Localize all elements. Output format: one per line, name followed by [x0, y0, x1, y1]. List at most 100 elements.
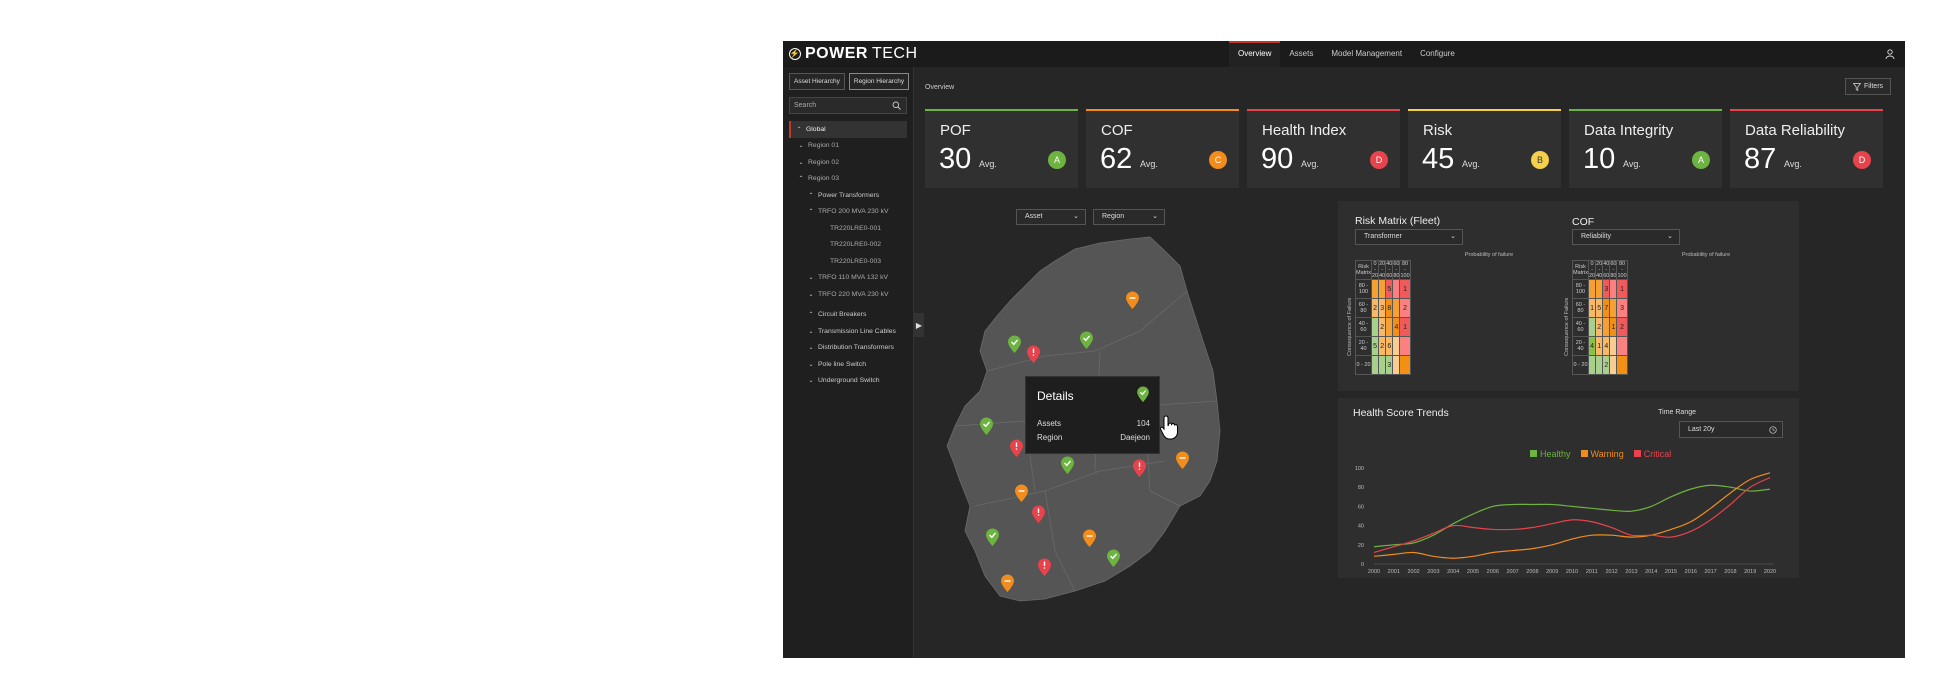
matrix-cell[interactable]: [1602, 317, 1611, 337]
healthy-pin-icon[interactable]: [985, 528, 1000, 547]
series-line-healthy[interactable]: [1373, 484, 1771, 548]
chevron-up-icon[interactable]: ⌃: [807, 208, 815, 215]
matrix-cell[interactable]: 2: [1370, 298, 1380, 318]
kpi-card[interactable]: Data Reliability 87 Avg. D: [1730, 109, 1883, 188]
nav-configure[interactable]: Configure: [1411, 41, 1464, 67]
tree-item[interactable]: ⌄ Pole line Switch: [783, 356, 913, 373]
matrix-cell[interactable]: 7: [1602, 298, 1611, 318]
chevron-down-icon[interactable]: ⌄: [807, 344, 815, 351]
matrix-cell[interactable]: 2: [1378, 317, 1387, 337]
filters-button[interactable]: Filters: [1845, 78, 1891, 95]
cof-dropdown[interactable]: Reliability ⌄: [1572, 229, 1680, 245]
matrix-cell[interactable]: [1587, 279, 1597, 299]
nav-model-management[interactable]: Model Management: [1322, 41, 1411, 67]
tree-item[interactable]: TR220LRE0-003: [783, 253, 913, 270]
search-input[interactable]: Search: [789, 97, 907, 114]
tree-item[interactable]: ⌄ Transmission Line Cables: [783, 323, 913, 340]
matrix-cell[interactable]: 1: [1399, 279, 1411, 299]
nav-overview[interactable]: Overview: [1229, 41, 1281, 67]
tree-item[interactable]: ⌄ Distribution Transformers: [783, 340, 913, 357]
tree-item[interactable]: ⌄ Region 02: [783, 154, 913, 171]
warning-pin-icon[interactable]: [1000, 574, 1015, 593]
warning-pin-icon[interactable]: [1175, 451, 1190, 470]
asset-dropdown[interactable]: Asset ⌄: [1016, 209, 1086, 225]
matrix-cell[interactable]: [1385, 317, 1394, 337]
kpi-card[interactable]: COF 62 Avg. C: [1086, 109, 1239, 188]
tree-item[interactable]: ⌄ TRFO 110 MVA 132 kV: [783, 270, 913, 287]
matrix-cell[interactable]: [1392, 279, 1401, 299]
tree-item[interactable]: TR220LRE0-001: [783, 220, 913, 237]
matrix-cell[interactable]: 4: [1392, 317, 1401, 337]
region-dropdown[interactable]: Region ⌄: [1093, 209, 1165, 225]
critical-pin-icon[interactable]: [1026, 345, 1041, 364]
matrix-cell[interactable]: 6: [1385, 336, 1394, 356]
chevron-down-icon[interactable]: ⌄: [807, 377, 815, 384]
tree-item[interactable]: TR220LRE0-002: [783, 237, 913, 254]
tree-item[interactable]: ⌄ TRFO 220 MVA 230 kV: [783, 286, 913, 303]
nav-assets[interactable]: Assets: [1280, 41, 1322, 67]
matrix-cell[interactable]: [1392, 355, 1401, 375]
matrix-cell[interactable]: 5: [1370, 336, 1380, 356]
series-line-critical[interactable]: [1373, 477, 1771, 554]
search-icon[interactable]: [892, 101, 901, 110]
matrix-cell[interactable]: [1370, 355, 1380, 375]
matrix-cell[interactable]: [1616, 336, 1628, 356]
matrix-cell[interactable]: 3: [1602, 279, 1611, 299]
time-range-select[interactable]: Last 20y: [1679, 421, 1783, 438]
tab-region-hierarchy[interactable]: Region Hierarchy: [848, 73, 910, 90]
matrix-cell[interactable]: 5: [1595, 298, 1604, 318]
matrix-cell[interactable]: 8: [1385, 298, 1394, 318]
matrix-cell[interactable]: 1: [1609, 317, 1618, 337]
critical-pin-icon[interactable]: [1037, 558, 1052, 577]
critical-pin-icon[interactable]: [1031, 505, 1046, 524]
matrix-cell[interactable]: 3: [1616, 298, 1628, 318]
kpi-card[interactable]: Health Index 90 Avg. D: [1247, 109, 1400, 188]
chevron-down-icon[interactable]: ⌄: [807, 361, 815, 368]
healthy-pin-icon[interactable]: [1106, 549, 1121, 568]
user-icon[interactable]: [1885, 49, 1895, 59]
healthy-pin-icon[interactable]: [1060, 456, 1075, 475]
warning-pin-icon[interactable]: [1125, 291, 1140, 310]
kpi-card[interactable]: Data Integrity 10 Avg. A: [1569, 109, 1722, 188]
matrix-cell[interactable]: [1399, 336, 1411, 356]
matrix-cell[interactable]: [1378, 279, 1387, 299]
chevron-down-icon[interactable]: ⌄: [807, 274, 815, 281]
chevron-up-icon[interactable]: ⌃: [795, 126, 803, 133]
warning-pin-icon[interactable]: [1014, 484, 1029, 503]
matrix-cell[interactable]: [1587, 355, 1597, 375]
matrix-cell[interactable]: 1: [1587, 298, 1597, 318]
matrix-cell[interactable]: 3: [1385, 355, 1394, 375]
matrix-cell[interactable]: [1609, 279, 1618, 299]
chevron-down-icon[interactable]: ⌄: [807, 291, 815, 298]
matrix-cell[interactable]: 4: [1602, 336, 1611, 356]
matrix-cell[interactable]: 2: [1595, 317, 1604, 337]
tree-item[interactable]: ⌄ Underground Switch: [783, 373, 913, 390]
matrix-cell[interactable]: 3: [1378, 298, 1387, 318]
chevron-down-icon[interactable]: ⌄: [807, 328, 815, 335]
matrix-cell[interactable]: [1399, 355, 1411, 375]
matrix-cell[interactable]: [1609, 336, 1618, 356]
chevron-up-icon[interactable]: ⌃: [807, 192, 815, 199]
warning-pin-icon[interactable]: [1082, 529, 1097, 548]
tree-item[interactable]: ⌃ Region 03: [783, 171, 913, 188]
matrix-cell[interactable]: [1595, 279, 1604, 299]
matrix-cell[interactable]: [1392, 298, 1401, 318]
tree-item[interactable]: ⌄ Region 01: [783, 138, 913, 155]
matrix-cell[interactable]: [1616, 355, 1628, 375]
tree-item[interactable]: ⌃ Global: [789, 121, 907, 138]
matrix-cell[interactable]: 1: [1595, 336, 1604, 356]
brand-logo[interactable]: ⚡ POWER TECH: [789, 45, 918, 63]
matrix-cell[interactable]: [1609, 298, 1618, 318]
matrix-cell[interactable]: [1609, 355, 1618, 375]
matrix-cell[interactable]: 2: [1602, 355, 1611, 375]
matrix-cell[interactable]: 1: [1616, 279, 1628, 299]
matrix-cell[interactable]: [1370, 317, 1380, 337]
chevron-down-icon[interactable]: ⌄: [797, 159, 805, 166]
matrix-cell[interactable]: [1587, 317, 1597, 337]
matrix-cell[interactable]: 2: [1399, 298, 1411, 318]
critical-pin-icon[interactable]: [1132, 459, 1147, 478]
risk-type-dropdown[interactable]: Transformer ⌄: [1355, 229, 1463, 245]
tab-asset-hierarchy[interactable]: Asset Hierarchy: [789, 73, 845, 90]
matrix-cell[interactable]: 1: [1399, 317, 1411, 337]
chevron-up-icon[interactable]: ⌃: [797, 175, 805, 182]
